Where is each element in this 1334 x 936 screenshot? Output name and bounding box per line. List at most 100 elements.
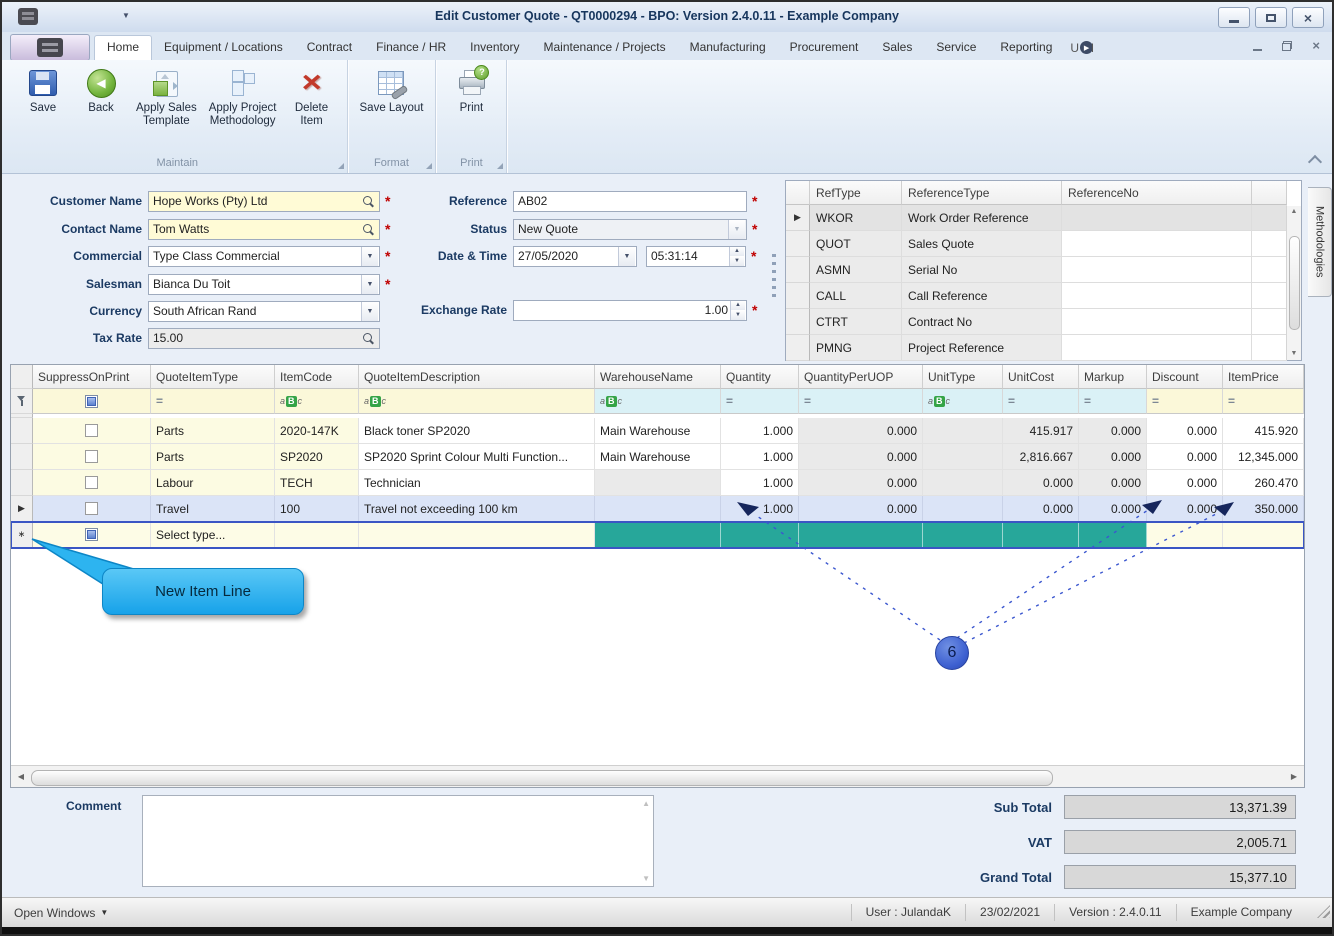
- tab-finance-hr[interactable]: Finance / HR: [364, 35, 458, 60]
- comment-input[interactable]: ▲ ▼: [142, 795, 654, 887]
- tab-service[interactable]: Service: [924, 35, 988, 60]
- table-row[interactable]: CALLCall Reference: [786, 283, 1301, 309]
- filter-cell-unitcost[interactable]: =: [1003, 389, 1079, 414]
- reference-grid-scrollbar[interactable]: ▲ ▼: [1286, 206, 1301, 360]
- dialog-launcher-icon[interactable]: [426, 163, 432, 169]
- apply-sales-template-button[interactable]: Apply SalesTemplate: [130, 64, 203, 130]
- filter-cell-markup[interactable]: =: [1079, 389, 1147, 414]
- tab-methodologies[interactable]: Methodologies: [1308, 187, 1332, 297]
- header-cell-unittype[interactable]: UnitType: [923, 365, 1003, 389]
- cell-quoteitemtype[interactable]: Labour: [151, 470, 275, 496]
- minimize-button[interactable]: [1218, 7, 1250, 28]
- chevron-down-icon[interactable]: ▼: [618, 247, 635, 266]
- cell-itemcode[interactable]: 100: [275, 496, 359, 522]
- table-row[interactable]: PMNGProject Reference: [786, 335, 1301, 361]
- splitter-handle[interactable]: [772, 254, 776, 298]
- tab-overflow[interactable]: U▶l: [1064, 35, 1099, 60]
- tab-sales[interactable]: Sales: [870, 35, 924, 60]
- cell-referenceno[interactable]: [1062, 283, 1252, 309]
- cell-unitcost[interactable]: 0.000: [1003, 496, 1079, 522]
- new-item-row[interactable]: ∗Select type...: [11, 522, 1304, 548]
- cell-markup[interactable]: 0.000: [1079, 418, 1147, 444]
- header-cell-itemprice[interactable]: ItemPrice: [1223, 365, 1304, 389]
- cell-quoteitemtype[interactable]: Parts: [151, 444, 275, 470]
- checkbox[interactable]: [85, 450, 98, 463]
- table-row[interactable]: Parts2020-147KBlack toner SP2020Main War…: [11, 418, 1304, 444]
- cell-warehousename[interactable]: Main Warehouse: [595, 418, 721, 444]
- cell-quoteitemdescription[interactable]: [359, 522, 595, 548]
- cell-warehousename[interactable]: [595, 522, 721, 548]
- cell-discount[interactable]: [1147, 522, 1223, 548]
- checkbox[interactable]: [85, 476, 98, 489]
- cell-markup[interactable]: 0.000: [1079, 496, 1147, 522]
- cell-warehousename[interactable]: [595, 470, 721, 496]
- apply-project-methodology-button[interactable]: Apply ProjectMethodology: [203, 64, 283, 130]
- cell-discount[interactable]: 0.000: [1147, 470, 1223, 496]
- cell-unittype[interactable]: [923, 418, 1003, 444]
- cell-suppressonprint[interactable]: [33, 444, 151, 470]
- dialog-launcher-icon[interactable]: [338, 163, 344, 169]
- cell-itemprice[interactable]: 12,345.000: [1223, 444, 1304, 470]
- cell-unitcost[interactable]: 2,816.667: [1003, 444, 1079, 470]
- filter-cell-discount[interactable]: =: [1147, 389, 1223, 414]
- header-cell-warehousename[interactable]: WarehouseName: [595, 365, 721, 389]
- cell-quoteitemdescription[interactable]: SP2020 Sprint Colour Multi Function...: [359, 444, 595, 470]
- reference-field[interactable]: AB02: [513, 191, 747, 212]
- header-cell-suppressonprint[interactable]: SuppressOnPrint: [33, 365, 151, 389]
- filter-cell-quoteitemtype[interactable]: =: [151, 389, 275, 414]
- cell-itemcode[interactable]: TECH: [275, 470, 359, 496]
- scrollbar-thumb[interactable]: [31, 770, 1053, 786]
- mdi-restore-icon[interactable]: [1282, 41, 1292, 51]
- horizontal-scrollbar[interactable]: ◀ ▶: [11, 765, 1304, 787]
- tab-manufacturing[interactable]: Manufacturing: [678, 35, 778, 60]
- cell-unitcost[interactable]: [1003, 522, 1079, 548]
- checkbox[interactable]: [85, 424, 98, 437]
- currency-dropdown[interactable]: South African Rand ▼: [148, 301, 380, 322]
- save-button[interactable]: Save: [14, 64, 72, 117]
- back-button[interactable]: ◀Back: [72, 64, 130, 117]
- cell-quantity[interactable]: 1.000: [721, 444, 799, 470]
- filter-cell-quantityperuop[interactable]: =: [799, 389, 923, 414]
- resize-grip-icon[interactable]: [1317, 905, 1330, 918]
- cell-quoteitemtype[interactable]: Select type...: [151, 522, 275, 548]
- chevron-down-icon[interactable]: ▼: [361, 275, 378, 294]
- cell-quantityperuop[interactable]: [799, 522, 923, 548]
- scroll-up-icon[interactable]: ▲: [1291, 208, 1298, 216]
- checkbox[interactable]: [85, 502, 98, 515]
- cell-quantityperuop[interactable]: 0.000: [799, 418, 923, 444]
- exchange-rate-spinner[interactable]: ▲▼: [730, 301, 745, 320]
- print-button[interactable]: ?Print: [442, 64, 500, 117]
- header-cell-quoteitemtype[interactable]: QuoteItemType: [151, 365, 275, 389]
- checkbox[interactable]: [85, 528, 98, 541]
- open-windows-button[interactable]: Open Windows ▼: [14, 906, 108, 920]
- spinner-up-icon[interactable]: ▲: [731, 301, 745, 311]
- tab-contract[interactable]: Contract: [295, 35, 364, 60]
- delete-item-button[interactable]: ×DeleteItem: [283, 64, 341, 130]
- checkbox[interactable]: [85, 395, 98, 408]
- header-cell-quoteitemdescription[interactable]: QuoteItemDescription: [359, 365, 595, 389]
- chevron-down-icon[interactable]: ▼: [361, 247, 378, 266]
- salesman-dropdown[interactable]: Bianca Du Toit ▼: [148, 274, 380, 295]
- table-row[interactable]: CTRTContract No: [786, 309, 1301, 335]
- filter-cell-warehousename[interactable]: aBc: [595, 389, 721, 414]
- exchange-rate-field[interactable]: 1.00 ▲▼: [513, 300, 747, 321]
- table-row[interactable]: ▶Travel100Travel not exceeding 100 km1.0…: [11, 496, 1304, 522]
- cell-quoteitemtype[interactable]: Travel: [151, 496, 275, 522]
- cell-quantity[interactable]: 1.000: [721, 470, 799, 496]
- tab-maintenance-projects[interactable]: Maintenance / Projects: [532, 35, 678, 60]
- cell-referenceno[interactable]: [1062, 335, 1252, 361]
- cell-suppressonprint[interactable]: [33, 470, 151, 496]
- search-icon[interactable]: [362, 223, 375, 236]
- cell-warehousename[interactable]: Main Warehouse: [595, 444, 721, 470]
- cell-quantityperuop[interactable]: 0.000: [799, 496, 923, 522]
- header-cell-itemcode[interactable]: ItemCode: [275, 365, 359, 389]
- table-row[interactable]: ▶WKORWork Order Reference: [786, 205, 1301, 231]
- cell-unittype[interactable]: [923, 496, 1003, 522]
- search-icon[interactable]: [362, 332, 375, 345]
- tab-home[interactable]: Home: [94, 35, 152, 60]
- cell-quantityperuop[interactable]: 0.000: [799, 470, 923, 496]
- header-cell-quantity[interactable]: Quantity: [721, 365, 799, 389]
- cell-suppressonprint[interactable]: [33, 418, 151, 444]
- filter-cell-quantity[interactable]: =: [721, 389, 799, 414]
- header-cell-quantityperuop[interactable]: QuantityPerUOP: [799, 365, 923, 389]
